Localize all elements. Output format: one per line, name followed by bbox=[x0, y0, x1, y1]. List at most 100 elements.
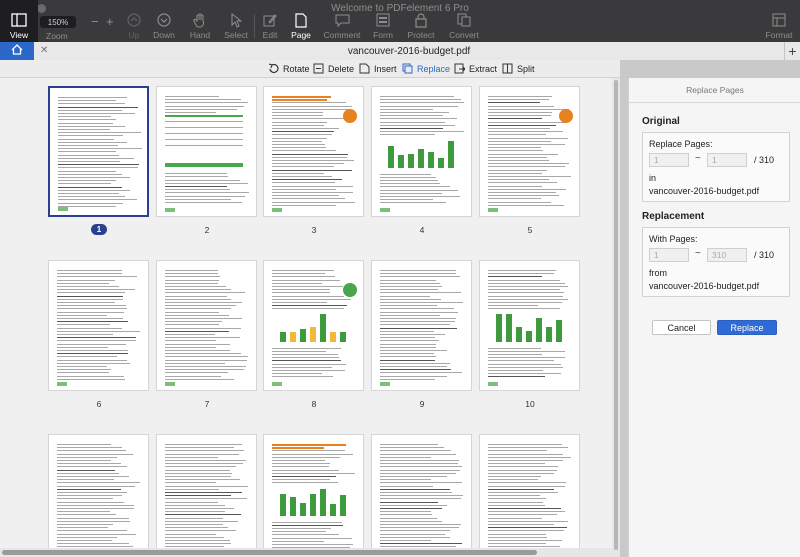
vertical-scroll-thumb[interactable] bbox=[614, 80, 618, 550]
view-button[interactable]: View bbox=[0, 0, 38, 42]
thumbnail-text-line bbox=[165, 350, 230, 351]
page-thumbnail[interactable] bbox=[371, 434, 472, 548]
thumbnail-text-line bbox=[57, 492, 127, 493]
horizontal-scrollbar[interactable] bbox=[0, 548, 612, 557]
page-thumbnail[interactable] bbox=[156, 260, 257, 391]
horizontal-scroll-thumb[interactable] bbox=[2, 550, 537, 555]
protect-label: Protect bbox=[407, 30, 435, 40]
thumbnail-text-line bbox=[58, 177, 130, 178]
thumbnail-text-line bbox=[488, 270, 556, 271]
thumbnail-text-line bbox=[380, 346, 436, 348]
replace-to-input[interactable]: 1 bbox=[707, 153, 747, 167]
comment-button[interactable]: Comment bbox=[324, 12, 360, 42]
form-button[interactable]: Form bbox=[372, 12, 394, 42]
zoom-in-button[interactable]: + bbox=[106, 14, 114, 29]
extract-button[interactable]: Extract bbox=[454, 63, 497, 74]
page-thumbnail[interactable] bbox=[479, 260, 580, 391]
thumbnail-text-line bbox=[57, 343, 126, 345]
page-button[interactable]: Page bbox=[289, 12, 313, 42]
thumbnail-text-line bbox=[57, 337, 136, 339]
zoom-out-button[interactable]: − bbox=[91, 14, 99, 29]
thumbnail-text-line bbox=[58, 164, 139, 166]
thumbnail-chart-bar bbox=[280, 331, 286, 342]
thumbnail-text-line bbox=[488, 466, 558, 468]
format-icon bbox=[770, 12, 788, 28]
split-button[interactable]: Split bbox=[502, 63, 535, 74]
page-thumbnail[interactable] bbox=[263, 86, 364, 217]
convert-button[interactable]: Convert bbox=[448, 12, 480, 42]
thumbnail-text-line bbox=[272, 124, 324, 126]
thumbnail-text-line bbox=[57, 327, 122, 329]
page-thumbnail[interactable] bbox=[263, 434, 364, 548]
thumbnail-text-line bbox=[272, 305, 347, 307]
thumbnail-text-line bbox=[380, 118, 457, 120]
down-button[interactable]: Down bbox=[152, 12, 176, 42]
thumbnail-text-line bbox=[165, 372, 228, 374]
page-thumbnail[interactable] bbox=[156, 434, 257, 548]
thumbnail-text-line bbox=[380, 501, 438, 503]
thumbnail-text-line bbox=[272, 204, 336, 206]
thumbnail-text-line bbox=[165, 334, 215, 335]
format-button[interactable]: Format bbox=[764, 12, 794, 42]
page-thumbnail[interactable] bbox=[48, 86, 149, 217]
page-thumbnail[interactable] bbox=[48, 260, 149, 391]
zoom-select[interactable]: 150% bbox=[40, 16, 76, 28]
thumbnail-text-line bbox=[380, 450, 451, 452]
protect-button[interactable]: Protect bbox=[406, 12, 436, 42]
format-label: Format bbox=[765, 30, 793, 40]
replace-from-input[interactable]: 1 bbox=[649, 153, 689, 167]
thumbnail-text-line bbox=[165, 536, 224, 538]
page-thumbnail[interactable] bbox=[479, 86, 580, 217]
thumbnail-text-line bbox=[380, 327, 457, 329]
thumbnail-text-line bbox=[488, 195, 559, 197]
thumbnail-text-line bbox=[58, 151, 116, 153]
hand-button[interactable]: Hand bbox=[187, 12, 213, 42]
delete-button[interactable]: Delete bbox=[313, 63, 354, 74]
with-to-input[interactable]: 310 bbox=[707, 248, 747, 262]
thumbnail-text-line bbox=[272, 482, 338, 484]
page-thumbnail[interactable] bbox=[479, 434, 580, 548]
select-button[interactable]: Select bbox=[222, 12, 250, 42]
thumbnail-text-line bbox=[272, 476, 336, 477]
vertical-scrollbar[interactable] bbox=[612, 78, 620, 557]
thumbnail-text-line bbox=[380, 324, 450, 326]
thumbnail-text-line bbox=[380, 286, 442, 287]
insert-button[interactable]: Insert bbox=[359, 63, 397, 74]
page-thumbnail[interactable] bbox=[156, 86, 257, 217]
thumbnail-text-line bbox=[165, 540, 230, 541]
thumbnail-logo bbox=[165, 208, 175, 212]
thumbnail-text-line bbox=[380, 533, 445, 535]
home-tab[interactable] bbox=[0, 42, 34, 60]
thumbnail-text-line bbox=[488, 543, 546, 545]
thumbnail-text-line bbox=[488, 102, 540, 104]
thumbnail-text-line bbox=[165, 340, 216, 342]
thumbnail-text-line bbox=[165, 270, 218, 271]
replace-button[interactable]: Replace bbox=[402, 63, 450, 74]
thumbnail-text-line bbox=[272, 524, 343, 526]
extract-icon bbox=[454, 63, 466, 74]
page-thumbnail[interactable] bbox=[48, 434, 149, 548]
add-tab-button[interactable]: + bbox=[784, 42, 800, 60]
cancel-button[interactable]: Cancel bbox=[652, 320, 711, 335]
thumbnail-text-line bbox=[380, 189, 458, 191]
page-thumbnail[interactable] bbox=[371, 86, 472, 217]
thumbnail-text-line bbox=[58, 109, 122, 111]
thumbnail-text-line bbox=[380, 105, 458, 107]
thumbnail-text-line bbox=[488, 444, 562, 445]
thumbnail-text-line bbox=[58, 97, 127, 98]
thumbnail-text-line bbox=[57, 330, 140, 332]
thumbnail-text-line bbox=[380, 520, 442, 522]
up-button[interactable]: Up bbox=[122, 12, 146, 42]
thumbnail-text-line bbox=[488, 192, 556, 193]
replacement-file-name[interactable]: vancouver-2016-budget.pdf bbox=[649, 281, 759, 291]
thumbnail-text-line bbox=[488, 276, 542, 278]
edit-button[interactable]: Edit bbox=[259, 12, 281, 42]
rotate-button[interactable]: Rotate bbox=[268, 63, 310, 74]
with-from-input[interactable]: 1 bbox=[649, 248, 689, 262]
document-tab[interactable]: ✕ vancouver-2016-budget.pdf bbox=[34, 42, 784, 60]
thumbnail-text-line bbox=[380, 108, 433, 110]
close-tab-icon[interactable]: ✕ bbox=[40, 45, 48, 56]
page-thumbnail[interactable] bbox=[263, 260, 364, 391]
page-thumbnail[interactable] bbox=[371, 260, 472, 391]
replace-confirm-button[interactable]: Replace bbox=[717, 320, 777, 335]
